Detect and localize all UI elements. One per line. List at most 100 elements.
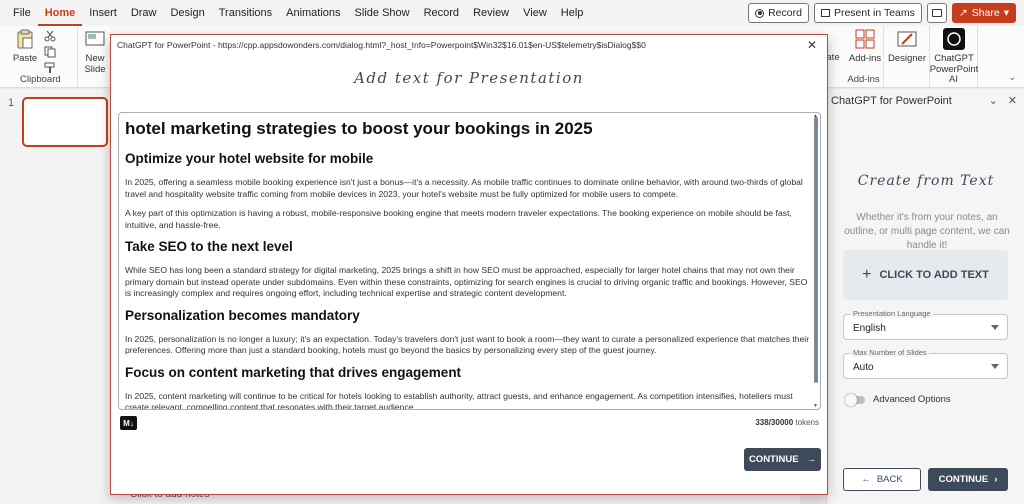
section-heading: Focus on content marketing that drives e… bbox=[125, 364, 462, 380]
chevron-down-icon: ▾ bbox=[1003, 7, 1009, 19]
slides-group: New Slide bbox=[78, 26, 110, 88]
token-counter: 338/30000 tokens bbox=[755, 418, 819, 427]
presentation-language-select[interactable]: Presentation Language English bbox=[843, 309, 1008, 340]
create-button[interactable]: ate bbox=[826, 52, 840, 63]
menu-insert[interactable]: Insert bbox=[82, 0, 124, 26]
continue-button[interactable]: CONTINUE → bbox=[744, 448, 821, 471]
clipboard-group-label: Clipboard bbox=[20, 74, 61, 85]
designer-button[interactable]: Designer bbox=[886, 28, 928, 64]
paste-button[interactable]: Paste bbox=[10, 28, 40, 64]
max-slides-select[interactable]: Max Number of Slides Auto bbox=[843, 348, 1008, 379]
menu-help[interactable]: Help bbox=[554, 0, 591, 26]
addins-group-label: Add-ins bbox=[847, 74, 880, 85]
paragraph: A key part of this optimization is havin… bbox=[125, 208, 792, 230]
markdown-text-editor[interactable]: hotel marketing strategies to boost your… bbox=[118, 112, 821, 410]
slides-select-label: Max Number of Slides bbox=[851, 348, 929, 357]
chatgpt-task-pane: ChatGPT for PowerPoint ⌄ ✕ Create from T… bbox=[826, 89, 1024, 504]
record-label: Record bbox=[768, 7, 802, 19]
editor-scrollbar[interactable] bbox=[814, 117, 818, 383]
arrow-right-icon: → bbox=[806, 454, 817, 465]
cut-icon[interactable] bbox=[44, 30, 56, 42]
designer-label: Designer bbox=[887, 53, 927, 64]
menu-bar: File Home Insert Draw Design Transitions… bbox=[0, 0, 1024, 26]
add-text-dialog: ChatGPT for PowerPoint - https://cpp.app… bbox=[110, 34, 828, 495]
add-text-label: CLICK TO ADD TEXT bbox=[879, 269, 989, 281]
teams-icon bbox=[820, 9, 830, 17]
menu-record[interactable]: Record bbox=[417, 0, 466, 26]
present-in-teams-button[interactable]: Present in Teams bbox=[813, 3, 922, 23]
paragraph: In 2025, personalization is no longer a … bbox=[125, 333, 810, 356]
section-heading: Optimize your hotel website for mobile bbox=[125, 151, 374, 166]
new-slide-label: New Slide bbox=[84, 53, 106, 75]
menu-home[interactable]: Home bbox=[37, 0, 83, 26]
chevron-down-icon bbox=[991, 364, 999, 369]
slide-thumbnail[interactable] bbox=[22, 97, 108, 147]
menu-slide-show[interactable]: Slide Show bbox=[348, 0, 417, 26]
dialog-heading: Add text for Presentation bbox=[354, 69, 584, 87]
continue-label: CONTINUE bbox=[938, 474, 989, 485]
close-icon[interactable]: ✕ bbox=[807, 38, 817, 52]
record-button[interactable]: Record bbox=[748, 3, 809, 23]
slides-select-value: Auto bbox=[853, 362, 874, 373]
arrow-left-icon: ← bbox=[861, 474, 871, 485]
comment-icon bbox=[931, 9, 942, 17]
ai-group: ChatGPT PowerPoint AI bbox=[930, 26, 978, 88]
paragraph: In 2025, content marketing will continue… bbox=[125, 390, 793, 410]
create-group: ate bbox=[826, 26, 842, 88]
paste-icon bbox=[17, 29, 33, 49]
menubar-actions: Record Present in Teams ↗ Share ▾ bbox=[748, 3, 1016, 23]
token-count: 338/30000 bbox=[755, 418, 794, 427]
addins-icon bbox=[855, 29, 875, 49]
advanced-options-toggle[interactable]: Advanced Options bbox=[845, 393, 951, 406]
language-select-label: Presentation Language bbox=[851, 309, 933, 318]
new-slide-button[interactable]: New Slide bbox=[82, 28, 108, 75]
taskpane-continue-button[interactable]: CONTINUE › bbox=[928, 468, 1008, 491]
chatgpt-icon bbox=[943, 28, 965, 50]
menu-review[interactable]: Review bbox=[466, 0, 516, 26]
addins-button-label: Add-ins bbox=[848, 53, 882, 64]
task-pane-header: ChatGPT for PowerPoint ⌄ ✕ bbox=[827, 89, 1024, 113]
designer-group: Designer bbox=[884, 26, 930, 88]
chatgpt-label: ChatGPT PowerPoint bbox=[929, 53, 979, 75]
share-label: Share bbox=[971, 7, 1000, 19]
chevron-right-icon: › bbox=[994, 474, 998, 485]
close-icon[interactable]: ✕ bbox=[1008, 94, 1017, 107]
menu-draw[interactable]: Draw bbox=[124, 0, 164, 26]
back-button[interactable]: ← BACK bbox=[843, 468, 921, 491]
chevron-down-icon[interactable]: ⌄ bbox=[989, 94, 998, 107]
create-label: ate bbox=[826, 52, 840, 63]
menu-transitions[interactable]: Transitions bbox=[212, 0, 279, 26]
addins-group: Add-ins Add-ins bbox=[844, 26, 884, 88]
copy-icon[interactable] bbox=[44, 46, 56, 58]
record-icon bbox=[755, 8, 765, 18]
create-from-text-heading: Create from Text bbox=[857, 173, 995, 189]
new-slide-icon bbox=[85, 31, 105, 46]
paragraph: While SEO has long been a standard strat… bbox=[125, 265, 808, 298]
chatgpt-powerpoint-button[interactable]: ChatGPT PowerPoint bbox=[929, 28, 979, 75]
menu-design[interactable]: Design bbox=[163, 0, 211, 26]
paragraph: In 2025, offering a seamless mobile book… bbox=[125, 177, 803, 199]
chevron-down-icon bbox=[991, 325, 999, 330]
paste-label: Paste bbox=[12, 53, 38, 64]
clipboard-group: Paste Clipboard bbox=[0, 26, 78, 88]
editor-content[interactable]: hotel marketing strategies to boost your… bbox=[125, 119, 811, 410]
designer-icon bbox=[897, 31, 917, 47]
click-to-add-text-button[interactable]: + CLICK TO ADD TEXT bbox=[843, 250, 1008, 300]
language-select-value: English bbox=[853, 323, 886, 334]
scroll-down-icon[interactable]: ▼ bbox=[813, 403, 818, 409]
token-suffix: tokens bbox=[795, 418, 819, 427]
create-from-text-subtext: Whether it's from your notes, an outline… bbox=[844, 212, 1010, 251]
task-pane-title: ChatGPT for PowerPoint bbox=[831, 95, 952, 107]
share-button[interactable]: ↗ Share ▾ bbox=[951, 3, 1016, 23]
toggle-switch[interactable] bbox=[845, 393, 865, 406]
dialog-titlebar: ChatGPT for PowerPoint - https://cpp.app… bbox=[117, 40, 646, 50]
addins-button[interactable]: Add-ins bbox=[846, 28, 884, 64]
present-teams-label: Present in Teams bbox=[833, 7, 915, 19]
document-title: hotel marketing strategies to boost your… bbox=[125, 119, 593, 138]
menu-animations[interactable]: Animations bbox=[279, 0, 347, 26]
menu-view[interactable]: View bbox=[516, 0, 554, 26]
ribbon-collapse-icon[interactable]: ⌄ bbox=[1008, 72, 1016, 83]
comments-button[interactable] bbox=[926, 3, 947, 23]
format-painter-icon[interactable] bbox=[44, 62, 56, 74]
menu-file[interactable]: File bbox=[6, 0, 38, 26]
